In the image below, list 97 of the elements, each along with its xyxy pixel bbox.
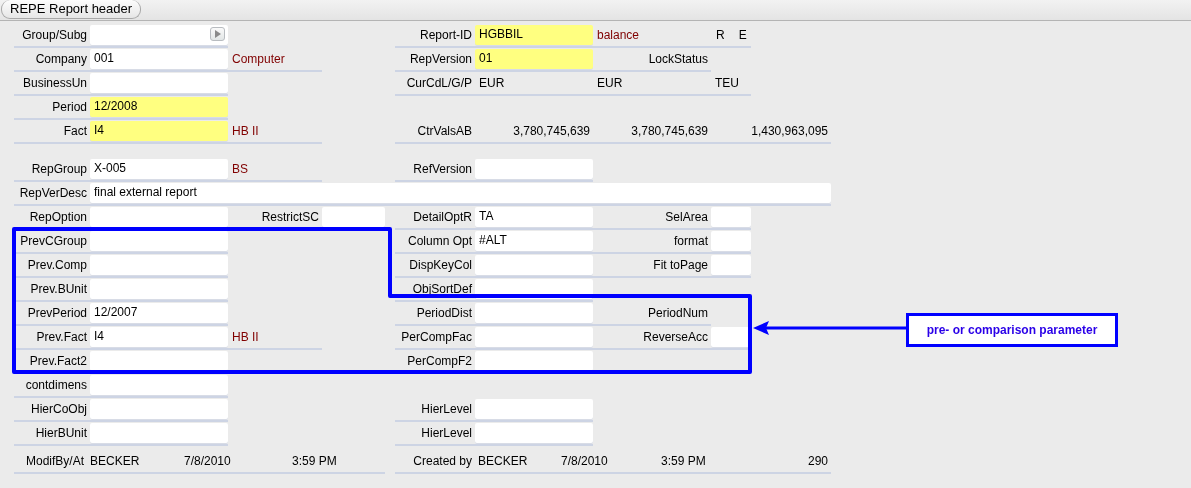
input-field[interactable]: HGBBIL xyxy=(475,25,593,45)
input-field[interactable]: #ALT xyxy=(475,231,593,251)
input-field[interactable] xyxy=(90,279,228,299)
input-field[interactable] xyxy=(322,207,385,227)
input-field[interactable] xyxy=(475,351,593,371)
field-label: Prev.Comp xyxy=(26,258,88,272)
input-field[interactable]: 12/2008 xyxy=(90,97,228,117)
input-field[interactable]: X-005 xyxy=(90,159,228,179)
input-field[interactable] xyxy=(90,207,228,227)
input-field[interactable] xyxy=(90,231,228,251)
field-label: contdimens xyxy=(24,378,88,392)
input-field[interactable] xyxy=(475,327,593,347)
field-label: RestrictSC xyxy=(260,210,320,224)
field-label: ModifBy/At xyxy=(24,454,85,468)
field-label: Prev.Fact xyxy=(35,330,88,344)
field-label: CtrValsAB xyxy=(416,124,473,138)
triangle-icon xyxy=(214,30,221,38)
input-field[interactable] xyxy=(90,399,228,419)
amount-value: 290 xyxy=(806,454,829,468)
amount-value: 1,430,963,095 xyxy=(750,124,829,138)
callout-label: pre- or comparison parameter xyxy=(906,313,1118,347)
field-description: HB II xyxy=(231,124,260,138)
field-label: HierLevel xyxy=(420,426,473,440)
field-label: RepVerDesc xyxy=(18,186,88,200)
input-field[interactable] xyxy=(475,303,593,323)
field-description: Computer xyxy=(231,52,286,66)
input-field[interactable] xyxy=(475,255,593,275)
input-field[interactable] xyxy=(711,231,751,251)
field-label: Prev.BUnit xyxy=(29,282,88,296)
field-label: PrevPeriod xyxy=(26,306,88,320)
input-field[interactable] xyxy=(90,73,228,93)
field-label: RepOption xyxy=(28,210,88,224)
field-label: ReverseAcc xyxy=(642,330,709,344)
input-field[interactable] xyxy=(90,25,228,45)
input-field[interactable]: 01 xyxy=(475,49,593,69)
field-value: TEU xyxy=(714,76,740,90)
field-label: PeriodNum xyxy=(646,306,709,320)
field-label: PerCompFac xyxy=(400,330,473,344)
input-field[interactable]: 12/2007 xyxy=(90,303,228,323)
field-value: EUR xyxy=(596,76,624,90)
header-tab[interactable]: REPE Report header xyxy=(1,0,142,19)
field-label: DispKeyCol xyxy=(408,258,473,272)
field-label: Created by xyxy=(412,454,473,468)
input-field[interactable] xyxy=(90,423,228,443)
field-value: BECKER xyxy=(89,454,141,468)
field-label: RepGroup xyxy=(30,162,88,176)
field-label: PrevCGroup xyxy=(19,234,88,248)
input-field[interactable] xyxy=(90,351,228,371)
field-label: Company xyxy=(34,52,88,66)
input-field[interactable] xyxy=(475,159,593,179)
input-field[interactable]: I4 xyxy=(90,327,228,347)
input-field[interactable] xyxy=(711,255,751,275)
input-field[interactable]: final external report xyxy=(90,183,831,203)
field-label: Prev.Fact2 xyxy=(28,354,88,368)
field-value: 7/8/2010 xyxy=(560,454,609,468)
field-description: balance xyxy=(596,28,641,42)
field-label: ObjSortDef xyxy=(411,282,473,296)
field-label: Group/Subg xyxy=(21,28,88,42)
field-value: 7/8/2010 xyxy=(183,454,232,468)
field-value: BECKER xyxy=(477,454,529,468)
field-label: SelArea xyxy=(664,210,709,224)
flag-text: E xyxy=(738,28,747,42)
field-label: LockStatus xyxy=(647,52,709,66)
amount-value: 3,780,745,639 xyxy=(630,124,709,138)
input-field[interactable] xyxy=(90,255,228,275)
input-field[interactable] xyxy=(90,375,228,395)
field-description: BS xyxy=(231,162,249,176)
field-label: HierCoObj xyxy=(30,402,88,416)
field-label: HierBUnit xyxy=(34,426,88,440)
amount-value: 3,780,745,639 xyxy=(512,124,591,138)
field-label: Column Opt xyxy=(406,234,473,248)
input-field[interactable]: TA xyxy=(475,207,593,227)
field-label: Report-ID xyxy=(419,28,473,42)
input-field[interactable] xyxy=(475,423,593,443)
field-label: BusinessUn xyxy=(21,76,88,90)
field-label: HierLevel xyxy=(420,402,473,416)
input-field[interactable]: I4 xyxy=(90,121,228,141)
input-field[interactable]: 001 xyxy=(90,49,228,69)
field-value: 3:59 PM xyxy=(291,454,337,468)
field-label: CurCdL/G/P xyxy=(405,76,473,90)
field-label: RepVersion xyxy=(408,52,473,66)
input-field[interactable] xyxy=(475,399,593,419)
field-label: DetailOptR xyxy=(412,210,473,224)
field-value: 3:59 PM xyxy=(660,454,707,468)
input-field[interactable] xyxy=(711,207,751,227)
field-value: EUR xyxy=(478,76,506,90)
input-field[interactable] xyxy=(711,327,751,347)
field-label: Fact xyxy=(62,124,88,138)
field-label: PerCompF2 xyxy=(406,354,473,368)
field-label: RefVersion xyxy=(412,162,473,176)
field-label: Fit toPage xyxy=(652,258,709,272)
picker-button[interactable] xyxy=(210,27,225,41)
field-label: format xyxy=(673,234,709,248)
field-label: PeriodDist xyxy=(415,306,473,320)
field-label: Period xyxy=(51,100,88,114)
flag-text: R xyxy=(716,28,725,42)
field-description: HB II xyxy=(231,330,260,344)
